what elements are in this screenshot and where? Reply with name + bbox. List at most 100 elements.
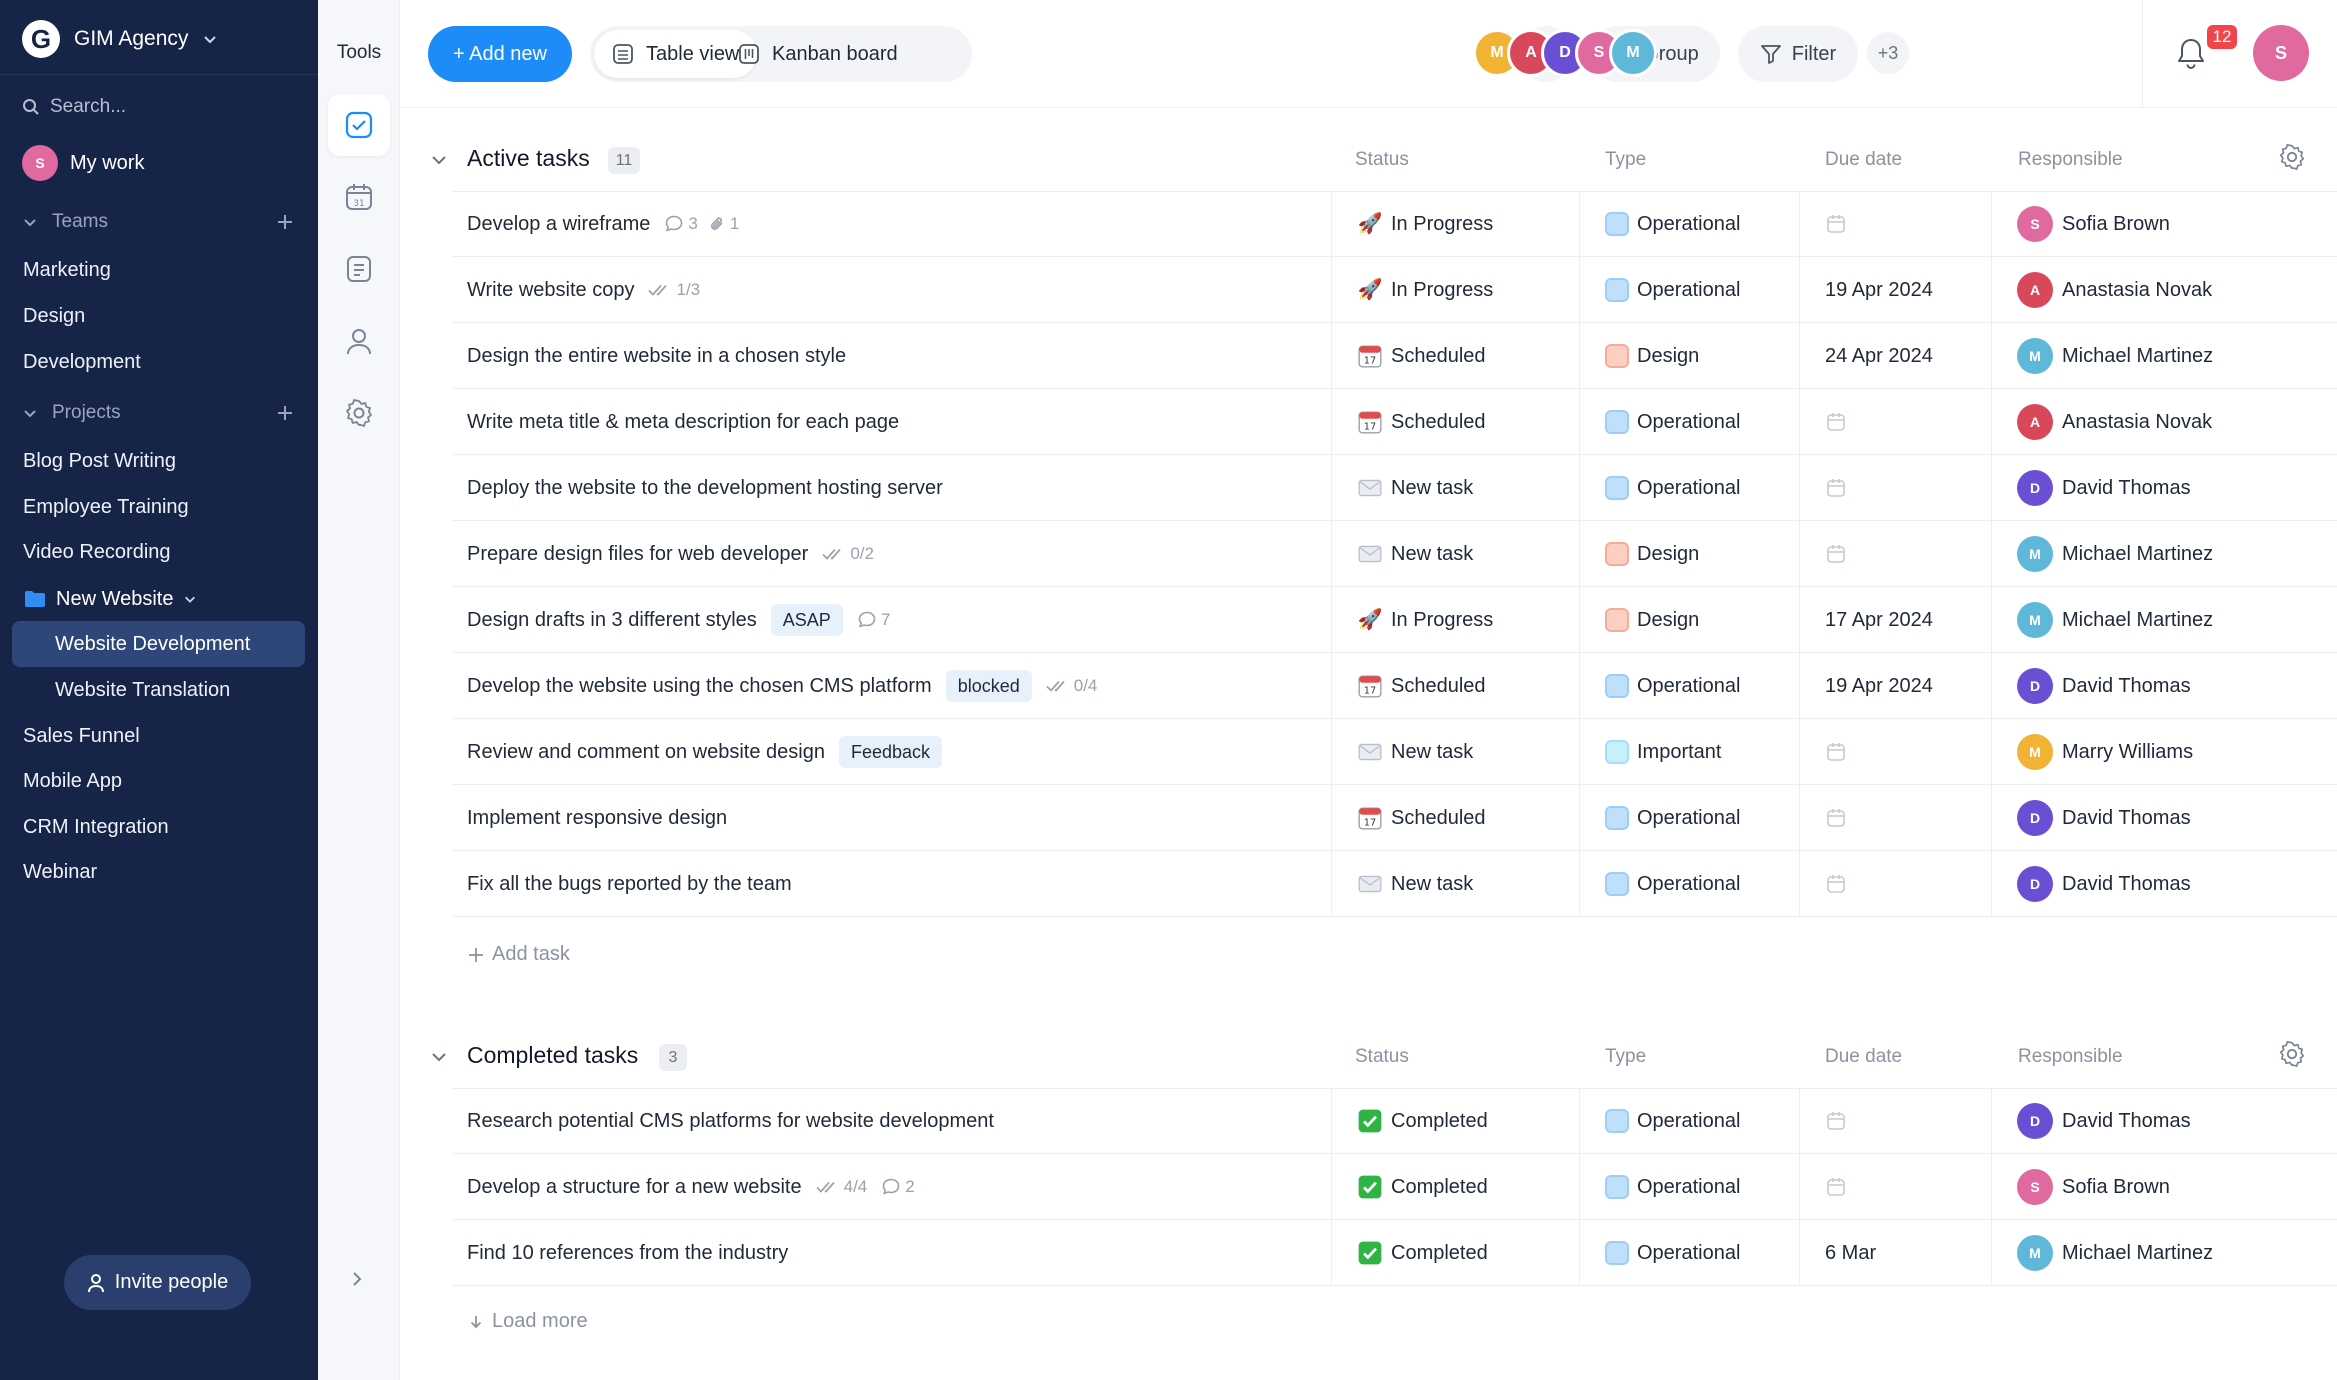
- responsible-cell[interactable]: D David Thomas: [1991, 851, 2337, 917]
- sidebar-item-design[interactable]: Design: [23, 301, 85, 331]
- type-cell[interactable]: Operational: [1579, 455, 1801, 521]
- task-tag[interactable]: ASAP: [770, 604, 843, 636]
- type-cell[interactable]: Operational: [1579, 851, 1801, 917]
- calendar-icon[interactable]: [1825, 1176, 1847, 1198]
- plus-icon[interactable]: [276, 213, 294, 231]
- table-row[interactable]: Deploy the website to the development ho…: [452, 455, 2337, 521]
- plus-icon[interactable]: [276, 404, 294, 422]
- comments-meta[interactable]: 7: [857, 610, 890, 630]
- responsible-cell[interactable]: D David Thomas: [1991, 653, 2337, 719]
- tool-people[interactable]: [328, 310, 390, 372]
- task-name[interactable]: Develop a wireframe: [467, 213, 650, 236]
- sidebar-item-webinar[interactable]: Webinar: [23, 857, 97, 887]
- calendar-icon[interactable]: [1825, 411, 1847, 433]
- column-header-responsible[interactable]: Responsible: [2018, 149, 2123, 171]
- table-row[interactable]: Implement responsive design 17 Scheduled …: [452, 785, 2337, 851]
- task-name-cell[interactable]: Write meta title & meta description for …: [467, 389, 1327, 455]
- task-tag[interactable]: blocked: [945, 670, 1032, 702]
- due-date-cell[interactable]: 19 Apr 2024: [1799, 257, 1993, 323]
- task-name[interactable]: Review and comment on website design: [467, 741, 825, 764]
- task-tag[interactable]: Feedback: [838, 736, 943, 768]
- responsible-cell[interactable]: M Michael Martinez: [1991, 1220, 2337, 1286]
- teams-section-header[interactable]: Teams: [22, 211, 294, 233]
- due-date-cell[interactable]: [1799, 1154, 1993, 1220]
- sidebar-item-website-translation[interactable]: Website Translation: [55, 675, 230, 705]
- type-cell[interactable]: Design: [1579, 323, 1801, 389]
- type-cell[interactable]: Design: [1579, 587, 1801, 653]
- type-cell[interactable]: Operational: [1579, 1154, 1801, 1220]
- status-cell[interactable]: Completed: [1331, 1220, 1581, 1286]
- due-date-cell[interactable]: 17 Apr 2024: [1799, 587, 1993, 653]
- task-name[interactable]: Develop a structure for a new website: [467, 1176, 802, 1199]
- table-row[interactable]: Research potential CMS platforms for web…: [452, 1088, 2337, 1154]
- status-cell[interactable]: Completed: [1331, 1154, 1581, 1220]
- status-cell[interactable]: 🚀 In Progress: [1331, 191, 1581, 257]
- task-name[interactable]: Find 10 references from the industry: [467, 1242, 788, 1265]
- sidebar-folder-new-website[interactable]: New Website: [24, 584, 197, 614]
- add-task-button[interactable]: Add task: [468, 943, 570, 966]
- calendar-icon[interactable]: [1825, 1110, 1847, 1132]
- responsible-cell[interactable]: M Marry Williams: [1991, 719, 2337, 785]
- table-row[interactable]: Write meta title & meta description for …: [452, 389, 2337, 455]
- column-header-type[interactable]: Type: [1605, 1046, 1646, 1068]
- due-date-cell[interactable]: [1799, 455, 1993, 521]
- tab-kanban-board[interactable]: Kanban board: [720, 30, 916, 78]
- task-name-cell[interactable]: Find 10 references from the industry: [467, 1220, 1327, 1286]
- table-row[interactable]: Prepare design files for web developer 0/…: [452, 521, 2337, 587]
- type-cell[interactable]: Operational: [1579, 1088, 1801, 1154]
- comments-meta[interactable]: 2: [881, 1177, 915, 1197]
- sidebar-item-video-recording[interactable]: Video Recording: [23, 537, 171, 567]
- sidebar-item-blog-post-writing[interactable]: Blog Post Writing: [23, 446, 176, 476]
- type-cell[interactable]: Operational: [1579, 257, 1801, 323]
- tool-calendar[interactable]: 31: [328, 166, 390, 228]
- tool-tasks[interactable]: [328, 94, 390, 156]
- type-cell[interactable]: Operational: [1579, 389, 1801, 455]
- task-name-cell[interactable]: Design drafts in 3 different styles ASAP 7: [467, 587, 1327, 653]
- task-name-cell[interactable]: Deploy the website to the development ho…: [467, 455, 1327, 521]
- task-name[interactable]: Design the entire website in a chosen st…: [467, 345, 846, 368]
- due-date-cell[interactable]: [1799, 1088, 1993, 1154]
- comments-meta[interactable]: 3: [664, 214, 698, 234]
- calendar-icon[interactable]: [1825, 873, 1847, 895]
- profile-avatar[interactable]: S: [2253, 25, 2309, 81]
- column-header-status[interactable]: Status: [1355, 149, 1409, 171]
- responsible-cell[interactable]: M Michael Martinez: [1991, 587, 2337, 653]
- table-row[interactable]: Develop a structure for a new website 4/4…: [452, 1154, 2337, 1220]
- gear-icon[interactable]: [2278, 1040, 2306, 1068]
- type-cell[interactable]: Operational: [1579, 191, 1801, 257]
- status-cell[interactable]: New task: [1331, 521, 1581, 587]
- sidebar-item-crm-integration[interactable]: CRM Integration: [23, 812, 169, 842]
- task-name[interactable]: Prepare design files for web developer: [467, 543, 808, 566]
- due-date-cell[interactable]: [1799, 785, 1993, 851]
- status-cell[interactable]: New task: [1331, 455, 1581, 521]
- due-date-cell[interactable]: 6 Mar: [1799, 1220, 1993, 1286]
- calendar-icon[interactable]: [1825, 807, 1847, 829]
- status-cell[interactable]: 🚀 In Progress: [1331, 587, 1581, 653]
- chevron-down-icon[interactable]: [430, 151, 448, 169]
- task-name-cell[interactable]: Fix all the bugs reported by the team: [467, 851, 1327, 917]
- column-header-responsible[interactable]: Responsible: [2018, 1046, 2123, 1068]
- due-date-cell[interactable]: 19 Apr 2024: [1799, 653, 1993, 719]
- status-cell[interactable]: 17 Scheduled: [1331, 323, 1581, 389]
- task-name[interactable]: Design drafts in 3 different styles: [467, 609, 757, 632]
- column-header-due-date[interactable]: Due date: [1825, 1046, 1902, 1068]
- calendar-icon[interactable]: [1825, 213, 1847, 235]
- task-name-cell[interactable]: Develop a wireframe 3 1: [467, 191, 1327, 257]
- sidebar-search[interactable]: Search...: [22, 96, 126, 118]
- status-cell[interactable]: New task: [1331, 851, 1581, 917]
- attachments-meta[interactable]: 1: [708, 214, 739, 234]
- sidebar-item-marketing[interactable]: Marketing: [23, 255, 111, 285]
- filter-button[interactable]: Filter: [1738, 26, 1858, 82]
- task-name-cell[interactable]: Develop a structure for a new website 4/4…: [467, 1154, 1327, 1220]
- invite-people-button[interactable]: Invite people: [64, 1255, 251, 1310]
- sidebar-item-sales-funnel[interactable]: Sales Funnel: [23, 721, 140, 751]
- due-date-cell[interactable]: [1799, 191, 1993, 257]
- task-name-cell[interactable]: Design the entire website in a chosen st…: [467, 323, 1327, 389]
- projects-section-header[interactable]: Projects: [22, 402, 294, 424]
- responsible-cell[interactable]: D David Thomas: [1991, 1088, 2337, 1154]
- sidebar-item-website-development[interactable]: Website Development: [55, 629, 250, 659]
- type-cell[interactable]: Operational: [1579, 1220, 1801, 1286]
- column-header-status[interactable]: Status: [1355, 1046, 1409, 1068]
- expand-panel-button[interactable]: [348, 1270, 366, 1293]
- task-name-cell[interactable]: Develop the website using the chosen CMS…: [467, 653, 1327, 719]
